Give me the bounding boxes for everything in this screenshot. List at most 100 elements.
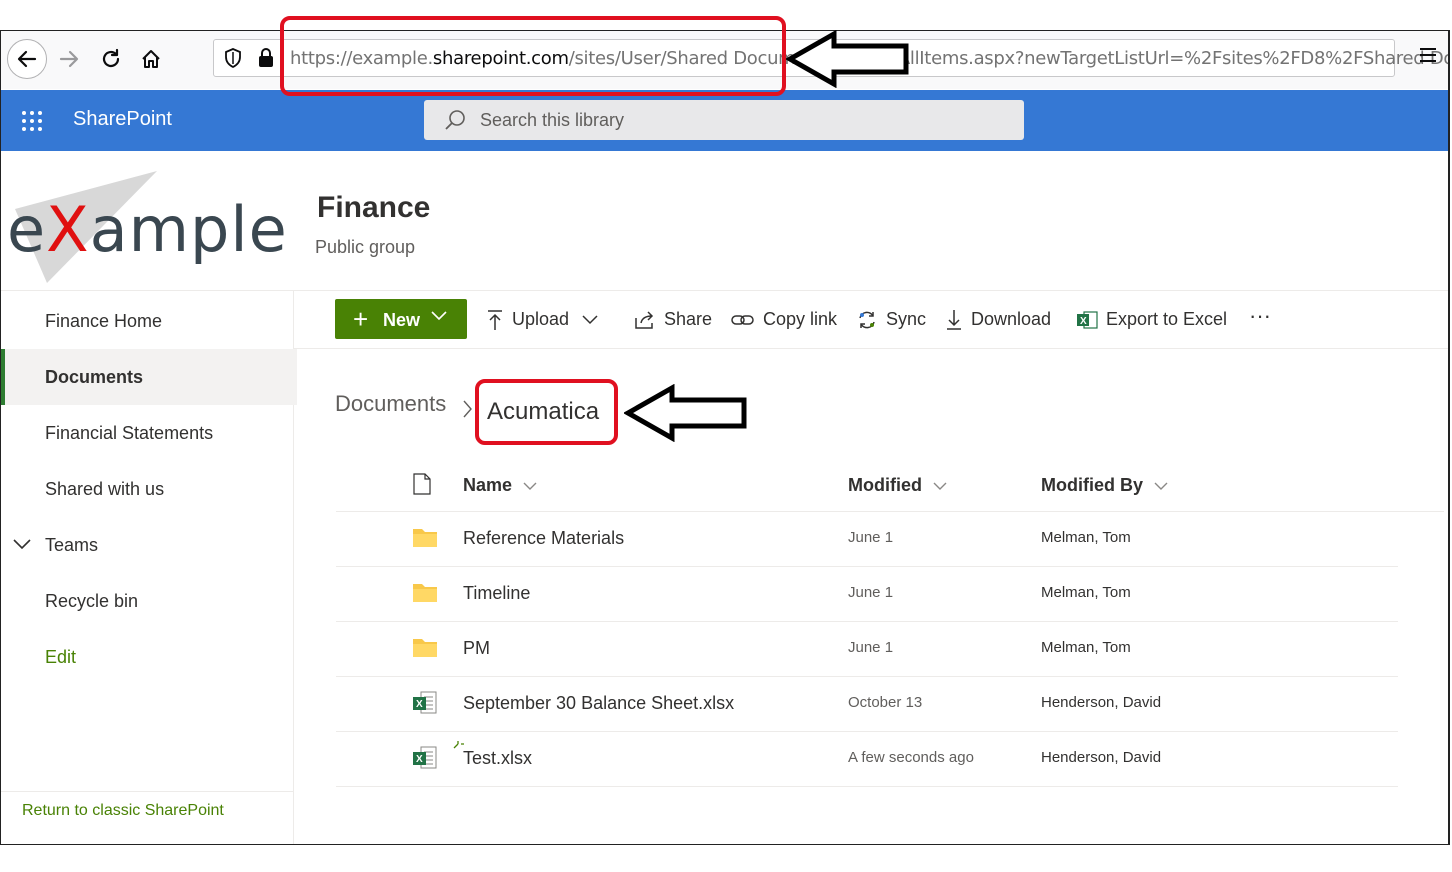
sync-icon [859,311,875,329]
file-modified-by: Melman, Tom [1041,584,1131,601]
search-icon [445,110,465,130]
nav-item-documents[interactable]: Documents [1,349,297,405]
chevron-right-icon [463,400,472,418]
arrow-right-icon [59,50,79,68]
share-button[interactable]: Share [634,309,712,330]
list-row[interactable]: X September 30 Balance Sheet.xlsx Octobe… [336,677,1398,732]
download-button[interactable]: Download [945,309,1051,331]
browser-menu-button[interactable] [1418,45,1438,70]
export-to-excel-button[interactable]: X Export to Excel [1076,309,1227,330]
column-name-label: Name [463,475,513,495]
nav-item-financial-statements[interactable]: Financial Statements [1,405,293,461]
forward-button[interactable] [51,41,87,77]
arrow-left-icon [17,50,37,68]
folder-icon [413,529,437,547]
file-modified: June 1 [848,529,894,546]
annotation-arrow-left-icon [786,30,909,88]
home-icon [142,50,160,68]
return-classic-link[interactable]: Return to classic SharePoint [1,791,293,844]
site-subtitle: Public group [315,237,416,257]
folder-icon [413,584,437,602]
hamburger-icon [1420,48,1436,62]
chevron-down-icon [582,315,598,325]
sync-button[interactable]: Sync [856,309,926,331]
list-row[interactable]: Reference Materials June 1 Melman, Tom [336,512,1398,567]
file-modified-by: Melman, Tom [1041,639,1131,656]
link-icon [731,315,754,325]
upload-label: Upload [512,309,570,329]
back-button[interactable] [7,39,47,79]
nav-item-label: Financial Statements [45,423,214,443]
copy-link-button[interactable]: Copy link [731,309,837,330]
folder-icon [413,639,437,657]
export-label: Export to Excel [1106,309,1228,329]
chevron-down-icon [933,482,947,490]
app-launcher-button[interactable] [21,110,43,137]
nav-item-label: Edit [45,647,77,667]
column-header-name[interactable]: Name [463,475,537,496]
nav-item-recycle-bin[interactable]: Recycle bin [1,573,293,629]
file-name[interactable]: Test.xlsx [463,748,532,769]
share-label: Share [664,309,713,329]
file-modified: October 13 [848,694,923,711]
shield-icon [225,48,241,68]
list-header: Name Modified Modified By [336,461,1444,512]
left-nav: Finance Home Documents Financial Stateme… [1,291,297,844]
nav-item-teams[interactable]: Teams [1,517,293,573]
new-button[interactable]: + New [335,299,467,339]
nav-item-label: Recycle bin [45,591,139,611]
logo-x: X [46,193,90,266]
file-name[interactable]: Reference Materials [463,528,624,549]
file-modified: June 1 [848,584,894,601]
file-name[interactable]: Timeline [463,583,530,604]
file-modified-by: Henderson, David [1041,694,1162,711]
nav-item-finance-home[interactable]: Finance Home [1,293,293,349]
svg-text:X: X [416,754,423,765]
suite-bar: SharePoint Search this library [1,90,1448,151]
column-header-modified-by[interactable]: Modified By [1041,475,1168,496]
file-modified: A few seconds ago [848,749,974,766]
breadcrumb-root[interactable]: Documents [335,391,446,417]
plus-icon: + [353,304,369,334]
copy-link-label: Copy link [763,309,838,329]
more-commands-button[interactable]: ··· [1249,303,1271,329]
chevron-down-icon [1154,482,1168,490]
lock-icon [259,48,273,67]
upload-icon [488,310,502,331]
file-type-icon[interactable] [413,473,431,495]
chevron-down-icon [431,311,447,321]
nav-item-label: Teams [45,535,99,555]
reload-icon [102,48,120,68]
document-list: Name Modified Modified By Reference Mate… [336,461,1444,787]
nav-edit-link[interactable]: Edit [1,629,293,685]
annotation-arrow-left-icon [624,384,747,442]
svg-text:X: X [1080,316,1087,327]
chevron-down-icon [523,482,537,490]
file-modified-by: Melman, Tom [1041,529,1131,546]
nav-item-shared-with-us[interactable]: Shared with us [1,461,293,517]
download-icon [947,310,961,330]
file-name[interactable]: September 30 Balance Sheet.xlsx [463,693,734,714]
file-modified-by: Henderson, David [1041,749,1162,766]
column-header-modified[interactable]: Modified [848,475,947,496]
return-classic-label: Return to classic SharePoint [22,802,224,819]
chevron-down-icon[interactable] [13,539,31,551]
site-logo[interactable]: eXample [7,171,287,283]
file-name[interactable]: PM [463,638,490,659]
annotation-url-highlight [280,16,786,96]
reload-button[interactable] [93,41,129,77]
column-modified-by-label: Modified By [1041,475,1143,495]
brand-link[interactable]: SharePoint [73,108,172,131]
home-button[interactable] [133,41,169,77]
nav-item-label: Finance Home [45,311,163,331]
excel-file-icon: X [413,746,437,769]
site-title[interactable]: Finance [317,191,430,225]
list-row[interactable]: X Test.xlsx A few seconds ago Henderson,… [336,732,1398,787]
download-label: Download [971,309,1052,329]
svg-text:X: X [416,699,423,710]
search-box[interactable]: Search this library [424,100,1024,140]
list-row[interactable]: PM June 1 Melman, Tom [336,622,1398,677]
list-row[interactable]: Timeline June 1 Melman, Tom [336,567,1398,622]
logo-part: e [7,193,47,266]
upload-button[interactable]: Upload [486,309,598,331]
